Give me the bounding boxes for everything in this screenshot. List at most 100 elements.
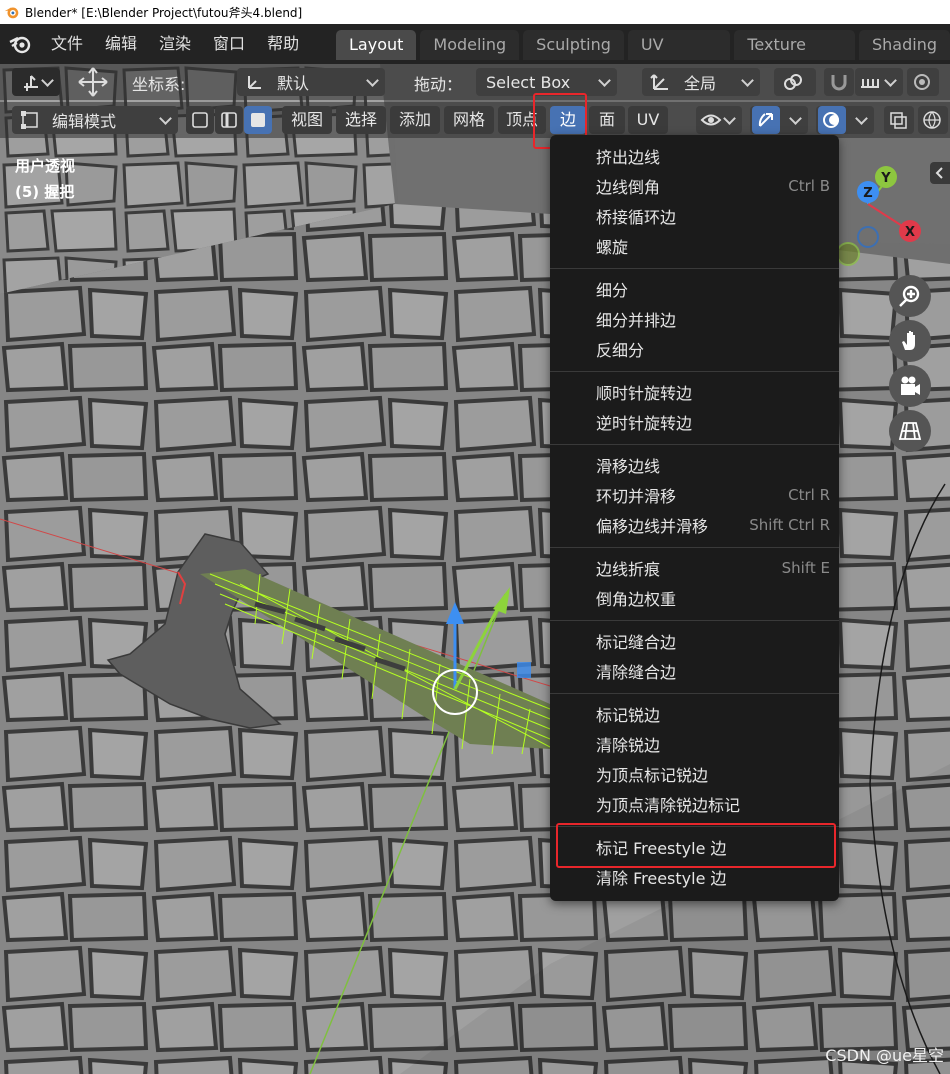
menu-item-unsubdivide[interactable]: 反细分 [550, 334, 839, 364]
face-select-button[interactable] [244, 106, 272, 134]
snap-dropdown[interactable] [774, 68, 816, 96]
visibility-dropdown[interactable] [696, 106, 742, 134]
overlays-toggle[interactable] [818, 106, 846, 134]
mode-value: 编辑模式 [52, 112, 117, 131]
menu-item-bevel-weight[interactable]: 倒角边权重 [550, 583, 839, 613]
coord-system-value: 默认 [277, 74, 310, 93]
tab-modeling[interactable]: Modeling [420, 30, 520, 60]
menu-item-screw[interactable]: 螺旋 [550, 231, 839, 261]
wireframe-sphere-icon [923, 111, 941, 129]
coord-system-label: 坐标系: [132, 75, 186, 94]
menu-item-mark-sharp[interactable]: 标记锐边 [550, 699, 839, 729]
proportional-edit-icon [914, 74, 930, 90]
menu-item-loop-cut-slide[interactable]: 环切并滑移 Ctrl R [550, 480, 839, 510]
face-select-icon [251, 113, 265, 127]
watermark: CSDN @ue星空 [825, 1046, 944, 1065]
3d-viewport[interactable]: 坐标系: 默认 拖动： Select Box 全局 编辑模式 视图 选择 添加 … [0, 64, 950, 1074]
edit-mode-icon [21, 111, 38, 129]
gizmo-x-label: X [905, 225, 915, 240]
overlays-dropdown[interactable] [816, 106, 874, 134]
camera-view-button[interactable] [889, 365, 931, 407]
snap-element-dropdown[interactable] [855, 68, 903, 96]
menu-item-rotate-edge-ccw[interactable]: 逆时针旋转边 [550, 407, 839, 437]
menu-separator [550, 371, 839, 372]
menu-item-clear-seam[interactable]: 清除缝合边 [550, 656, 839, 686]
menu-select[interactable]: 选择 [336, 106, 386, 134]
menu-item-bridge-edge-loops[interactable]: 桥接循环边 [550, 201, 839, 231]
tab-shading[interactable]: Shading [859, 30, 950, 60]
mode-dropdown[interactable]: 编辑模式 [12, 106, 178, 134]
grid-perspective-icon [898, 422, 922, 440]
menu-item-extrude-edges[interactable]: 挤出边线 [550, 141, 839, 171]
menu-separator [550, 693, 839, 694]
navigation-gizmo[interactable]: Y Z X [830, 159, 940, 269]
drag-dropdown[interactable]: Select Box [476, 68, 617, 96]
menu-item-edge-slide[interactable]: 滑移边线 [550, 450, 839, 480]
gizmo-dropdown[interactable] [750, 106, 808, 134]
freestyle-item-highlight [556, 823, 836, 868]
menu-edit[interactable]: 编辑 [94, 24, 148, 64]
move-arrows-icon[interactable] [75, 66, 111, 98]
pivot-global-dropdown[interactable]: 全局 [642, 68, 760, 96]
proportional-edit-toggle[interactable] [907, 68, 939, 96]
menu-file[interactable]: 文件 [40, 24, 94, 64]
overlays-icon [823, 112, 839, 128]
menu-add[interactable]: 添加 [390, 106, 440, 134]
menu-item-bevel-edges[interactable]: 边线倒角 Ctrl B [550, 171, 839, 201]
zoom-icon [899, 285, 920, 307]
snap-increment-icon [861, 79, 879, 88]
menu-uv[interactable]: UV [628, 106, 668, 134]
chevron-down-icon [159, 112, 172, 125]
workspace-tabs: Layout Modeling Sculpting UV Editing Tex… [336, 30, 950, 84]
menu-item-mark-seam[interactable]: 标记缝合边 [550, 626, 839, 656]
menu-window[interactable]: 窗口 [202, 24, 256, 64]
tab-layout[interactable]: Layout [336, 30, 417, 60]
gizmo-toggle[interactable] [752, 106, 780, 134]
pivot-value: 全局 [684, 74, 717, 93]
chevron-down-icon [789, 112, 802, 125]
chevron-down-icon [366, 74, 379, 87]
menu-item-clear-sharp[interactable]: 清除锐边 [550, 729, 839, 759]
tab-sculpting[interactable]: Sculpting [523, 30, 624, 60]
gizmo-arrows-icon [758, 113, 773, 127]
ortho-toggle-button[interactable] [889, 410, 931, 452]
tab-texture-paint[interactable]: Texture Paint [734, 30, 855, 84]
magnet-icon [831, 75, 847, 91]
xray-icon [890, 112, 907, 129]
menu-item-clear-sharp-vertices[interactable]: 为顶点清除锐边标记 [550, 789, 839, 819]
tab-uv-editing[interactable]: UV Editing [627, 30, 731, 84]
menu-item-offset-edge-slide[interactable]: 偏移边线并滑移 Shift Ctrl R [550, 510, 839, 540]
viewport-header-tools: 坐标系: 默认 拖动： Select Box 全局 [0, 64, 950, 100]
transform-orientation-icon [24, 75, 38, 91]
gizmo-y-label: Y [880, 171, 891, 186]
menu-item-mark-sharp-vertices[interactable]: 为顶点标记锐边 [550, 759, 839, 789]
xray-toggle[interactable] [884, 106, 914, 134]
active-object-label: (5) 握把 [15, 183, 75, 201]
menu-view[interactable]: 视图 [282, 106, 332, 134]
menu-item-subdivide[interactable]: 细分 [550, 274, 839, 304]
vertex-select-icon [192, 112, 208, 128]
menu-item-edge-crease[interactable]: 边线折痕 Shift E [550, 553, 839, 583]
menu-face[interactable]: 面 [589, 106, 625, 134]
pan-button[interactable] [889, 320, 931, 362]
menu-help[interactable]: 帮助 [256, 24, 310, 64]
coord-system-dropdown[interactable]: 默认 [237, 68, 385, 96]
menu-separator [550, 444, 839, 445]
snap-toggle[interactable] [824, 68, 854, 96]
wireframe-shading-button[interactable] [918, 106, 948, 134]
menu-item-subdivide-edge-ring[interactable]: 细分并排边 [550, 304, 839, 334]
view-perspective-label: 用户透视 [15, 157, 76, 175]
camera-icon [901, 376, 920, 395]
edge-select-button[interactable] [215, 106, 243, 134]
blender-menu-icon[interactable] [0, 24, 40, 64]
vertex-select-button[interactable] [186, 106, 214, 134]
transform-pivot-dropdown[interactable] [12, 68, 60, 96]
chevron-down-icon [41, 74, 54, 87]
menu-mesh[interactable]: 网格 [444, 106, 494, 134]
gizmo-z-label: Z [863, 186, 872, 201]
zoom-button[interactable] [889, 275, 931, 317]
menu-item-rotate-edge-cw[interactable]: 顺时针旋转边 [550, 377, 839, 407]
menu-render[interactable]: 渲染 [148, 24, 202, 64]
sidebar-toggle-icon[interactable] [930, 162, 950, 184]
drag-label: 拖动： [414, 75, 463, 94]
